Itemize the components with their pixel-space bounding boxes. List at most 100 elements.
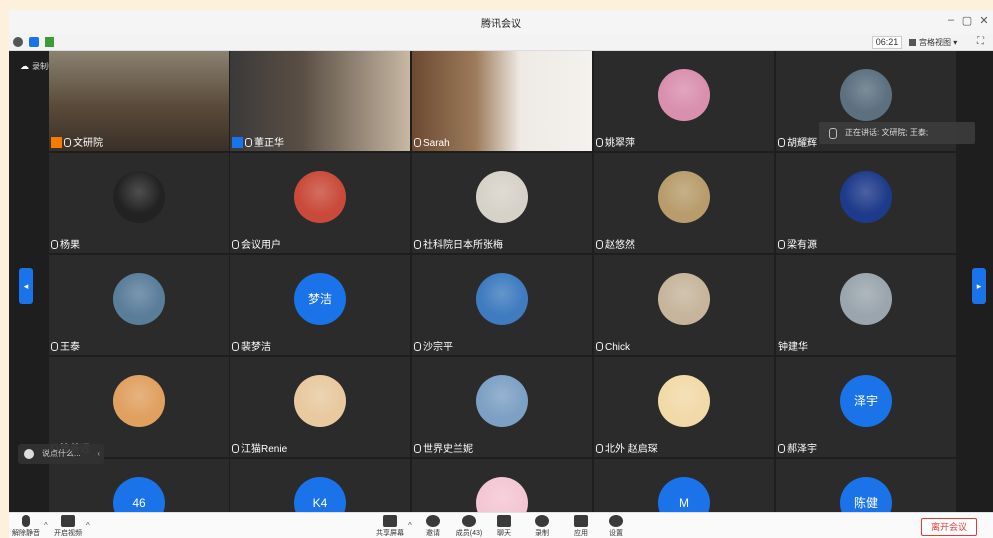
chevron-up-icon[interactable]: ^: [86, 521, 90, 530]
view-mode-button[interactable]: 宫格视图 ▾: [907, 36, 957, 49]
microphone-muted-icon: [64, 138, 71, 147]
participant-name: 董正华: [254, 138, 284, 149]
participant-tile[interactable]: Sarah: [412, 51, 592, 151]
participant-video: [412, 51, 592, 151]
members-button[interactable]: 成员(43): [452, 515, 486, 538]
shield-icon[interactable]: [29, 37, 39, 47]
host-badge-icon: [51, 137, 62, 148]
participant-name-label: 沙宗平: [414, 338, 453, 353]
participant-name-label: Sarah: [414, 138, 450, 149]
microphone-muted-icon: [596, 240, 603, 249]
microphone-muted-icon: [245, 138, 252, 147]
signal-icon[interactable]: [45, 37, 54, 47]
leave-meeting-button[interactable]: 离开会议: [921, 518, 977, 536]
participant-tile[interactable]: 泽宇郝泽宇: [776, 357, 956, 457]
prev-page-button[interactable]: ◂: [19, 268, 33, 304]
meeting-timer: 06:21: [872, 36, 902, 49]
participant-avatar: [840, 171, 892, 223]
info-icon[interactable]: [13, 37, 23, 47]
participant-avatar: [113, 375, 165, 427]
participant-avatar: [658, 69, 710, 121]
gear-icon: [609, 515, 623, 527]
microphone-muted-icon: [596, 138, 603, 147]
participant-name-label: 郝泽宇: [778, 440, 817, 455]
share-screen-icon: [383, 515, 397, 527]
microphone-muted-icon: [596, 444, 603, 453]
fullscreen-button[interactable]: ⛶: [977, 36, 984, 47]
close-button[interactable]: ✕: [977, 14, 991, 27]
participant-tile[interactable]: 王泰: [49, 255, 229, 355]
participant-name: 社科院日本所张梅: [423, 240, 503, 251]
chat-input-box[interactable]: 说点什么... ‹: [18, 444, 104, 464]
apps-button[interactable]: 应用: [564, 515, 598, 538]
participant-tile[interactable]: 赵悠然: [594, 153, 774, 253]
microphone-muted-icon: [778, 444, 785, 453]
speaking-indicator: 正在讲话: 文研院; 王泰;: [819, 122, 975, 144]
unmute-button[interactable]: 解除静音: [9, 515, 43, 538]
settings-button[interactable]: 设置: [599, 515, 633, 538]
participant-tile[interactable]: 姚翠萍: [594, 51, 774, 151]
microphone-muted-icon: [51, 240, 58, 249]
participant-name-label: Chick: [596, 342, 630, 353]
next-page-button[interactable]: ▸: [972, 268, 986, 304]
microphone-icon: [51, 342, 58, 351]
participant-tile[interactable]: 北外 赵启琛: [594, 357, 774, 457]
participant-name-label: 胡耀辉: [778, 134, 817, 149]
participant-name: Sarah: [423, 138, 450, 149]
invite-user-icon: [426, 515, 440, 527]
apps-grid-icon: [574, 515, 588, 527]
chevron-up-icon[interactable]: ^: [44, 521, 48, 530]
participant-name: 姚翠萍: [605, 138, 635, 149]
participant-tile[interactable]: 管善远: [49, 357, 229, 457]
share-screen-button[interactable]: 共享屏幕: [373, 515, 407, 538]
start-video-button[interactable]: 开启视频: [51, 515, 85, 538]
participant-name: 杨果: [60, 240, 80, 251]
chat-label: 聊天: [497, 530, 511, 537]
record-label: 录制: [535, 530, 549, 537]
minimize-button[interactable]: –: [944, 14, 958, 26]
microphone-muted-icon: [232, 444, 239, 453]
participant-tile[interactable]: 江猫Renie: [230, 357, 410, 457]
participant-name: 北外 赵启琛: [605, 444, 658, 455]
participant-tile[interactable]: 世界史兰妮: [412, 357, 592, 457]
participant-name-label: 王泰: [51, 338, 80, 353]
share-label: 共享屏幕: [376, 530, 404, 537]
participant-name-label: 会议用户: [232, 236, 281, 251]
participant-tile[interactable]: 钟建华: [776, 255, 956, 355]
participant-tile[interactable]: 会议用户: [230, 153, 410, 253]
participant-avatar: 泽宇: [840, 375, 892, 427]
participant-name-label: 钟建华: [778, 338, 808, 353]
microphone-muted-icon: [414, 444, 421, 453]
participant-tile[interactable]: Chick: [594, 255, 774, 355]
participant-name: 郝泽宇: [787, 444, 817, 455]
participant-tile[interactable]: 社科院日本所张梅: [412, 153, 592, 253]
members-label: 成员(43): [455, 530, 483, 537]
participant-tile[interactable]: 沙宗平: [412, 255, 592, 355]
chevron-left-icon[interactable]: ‹: [97, 444, 100, 464]
unmute-label: 解除静音: [12, 530, 40, 537]
title-bar: 腾讯会议 – ▢ ✕: [9, 10, 993, 34]
background-frame-top: [0, 0, 993, 10]
participant-avatar: [476, 273, 528, 325]
participant-tile[interactable]: 文研院: [49, 51, 229, 151]
participant-name: Chick: [605, 342, 631, 353]
record-button[interactable]: 录制: [525, 515, 559, 538]
participant-name: 胡耀辉: [787, 138, 817, 149]
microphone-muted-icon: [414, 240, 421, 249]
video-label: 开启视频: [54, 530, 82, 537]
participant-tile[interactable]: 梦洁 裴梦洁: [230, 255, 410, 355]
settings-label: 设置: [609, 530, 623, 537]
participant-tile[interactable]: 杨果: [49, 153, 229, 253]
invite-button[interactable]: 邀请: [416, 515, 450, 538]
participant-avatar: [113, 171, 165, 223]
participant-tile[interactable]: 董正华: [230, 51, 410, 151]
chat-icon: [497, 515, 511, 527]
chat-button[interactable]: 聊天: [487, 515, 521, 538]
maximize-button[interactable]: ▢: [960, 14, 974, 27]
participant-name: 文研院: [73, 138, 103, 149]
participant-tile[interactable]: 梁有源: [776, 153, 956, 253]
participant-name-label: 世界史兰妮: [414, 440, 473, 455]
participant-name-label: 赵悠然: [596, 236, 635, 251]
chevron-up-icon[interactable]: ^: [408, 521, 412, 530]
participant-name: 王泰: [60, 342, 80, 353]
